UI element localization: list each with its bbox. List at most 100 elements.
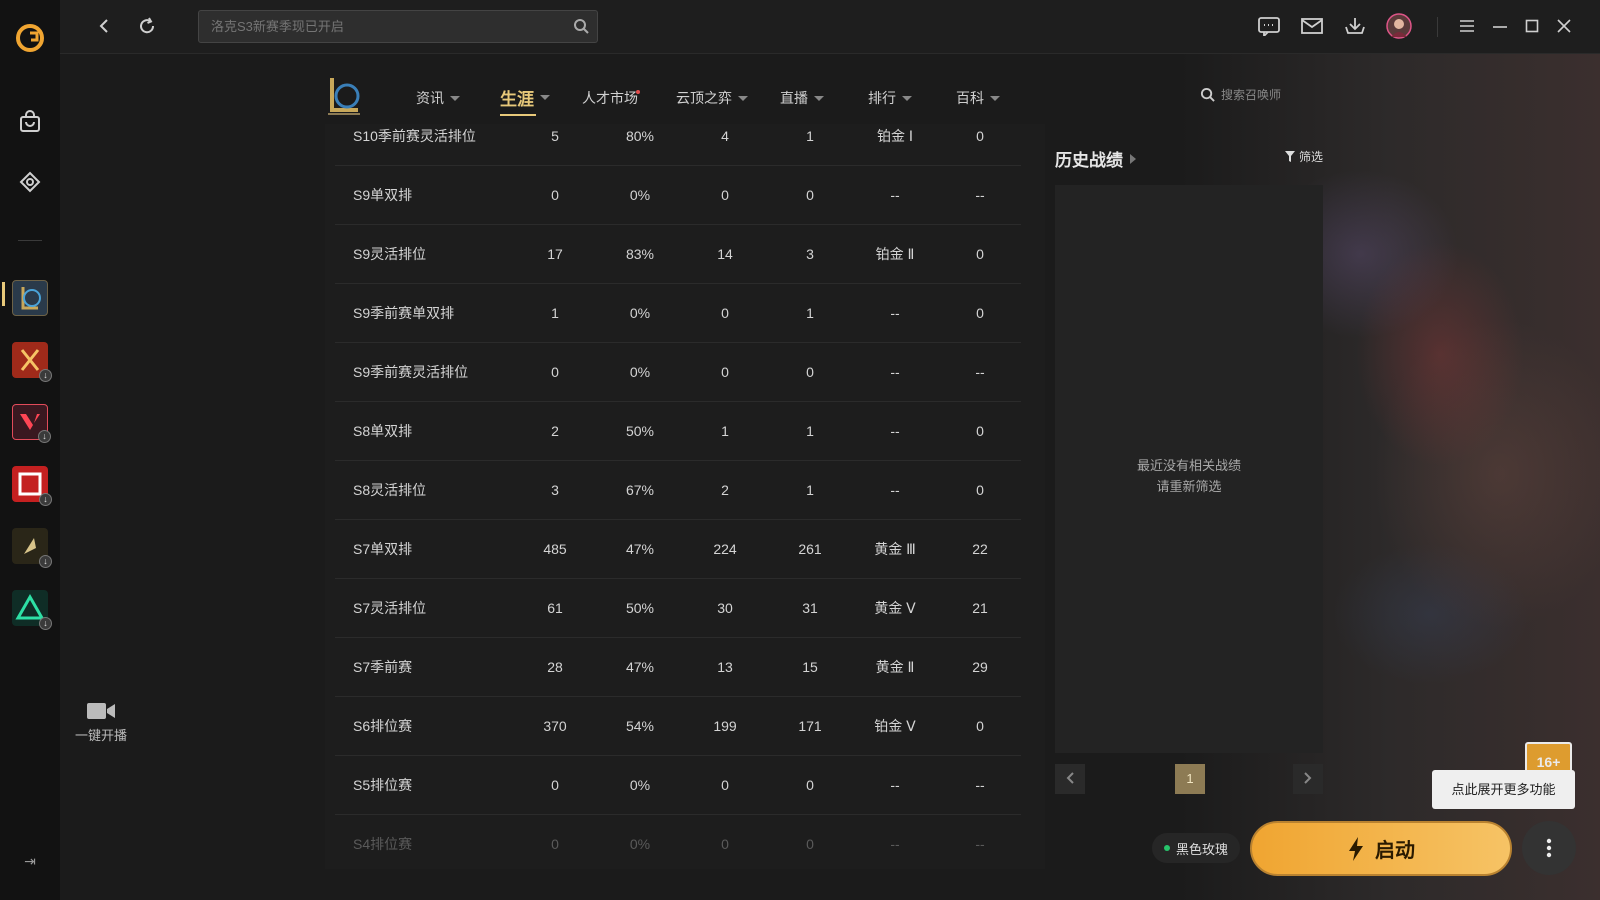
live-label: 一键开播 (74, 728, 127, 743)
online-status-dot (1163, 845, 1170, 851)
cell-wins: 0 (721, 186, 729, 203)
history-list: 最近没有相关战绩 请重新筛选 (1055, 185, 1323, 753)
one-click-live-button[interactable]: 一键开播 (66, 700, 136, 744)
cell-name: S7灵活排位 (353, 599, 427, 616)
cell-name: S8单双排 (353, 422, 413, 439)
history-title[interactable]: 历史战绩 (1055, 146, 1137, 171)
cell-losses: 1 (806, 304, 814, 321)
search-icon[interactable] (573, 18, 589, 37)
nav-talent-market[interactable]: 人才市场 (582, 88, 640, 108)
cell-points: 0 (976, 717, 984, 734)
global-search-box[interactable] (198, 10, 598, 43)
filter-button[interactable]: 筛选 (1284, 148, 1323, 165)
launch-button[interactable]: 启动 (1250, 821, 1512, 876)
lightning-icon (1349, 836, 1363, 861)
cell-losses: 1 (806, 481, 814, 498)
cell-wins: 199 (713, 717, 737, 734)
chevron-down-icon (990, 95, 1000, 101)
menu-icon[interactable] (1455, 14, 1479, 38)
game-tile-2[interactable]: ↓ (10, 340, 52, 382)
search-input[interactable] (199, 11, 549, 42)
season-stats-table: S10季前赛灵活排位 5 80% 4 1 铂金 Ⅰ 0 S9单双排 0 0% 0 0 -- -- S9灵活排… (325, 124, 1045, 869)
back-icon[interactable] (92, 14, 116, 38)
prev-page-button[interactable] (1055, 764, 1085, 794)
game-lol-tile[interactable] (10, 278, 50, 318)
lol-logo-icon[interactable] (324, 74, 364, 118)
close-icon[interactable] (1552, 14, 1576, 38)
next-page-button[interactable] (1293, 764, 1323, 794)
collapse-sidebar-icon[interactable]: ⇥ (20, 853, 40, 873)
cell-rank: -- (890, 363, 900, 380)
table-row: S9季前赛单双排 1 0% 0 1 -- 0 (335, 283, 1021, 343)
game-tile-5[interactable]: ↓ (10, 526, 52, 568)
cell-rank: -- (890, 776, 900, 793)
refresh-icon[interactable] (135, 14, 159, 38)
page-number[interactable]: 1 (1175, 764, 1205, 794)
table-row: S9单双排 0 0% 0 0 -- -- (335, 165, 1021, 225)
cell-games: 28 (547, 658, 563, 675)
cell-points: -- (975, 776, 985, 793)
user-avatar[interactable] (1385, 12, 1413, 40)
left-sidebar: ↓ ↓ ↓ ↓ ↓ ⇥ (0, 0, 60, 900)
more-options-button[interactable] (1522, 821, 1576, 875)
cell-name: S9季前赛单双排 (353, 304, 455, 321)
summoner-search[interactable]: 搜索召唤师 (1200, 86, 1281, 103)
match-history-panel: 历史战绩 筛选 最近没有相关战绩 请重新筛选 1 (1055, 138, 1323, 798)
cell-name: S10季前赛灵活排位 (353, 127, 476, 144)
nav-tft[interactable]: 云顶之弈 (676, 88, 748, 108)
minimize-icon[interactable] (1488, 14, 1512, 38)
game-tile-6[interactable]: ↓ (10, 588, 52, 630)
summoner-search-input[interactable]: 搜索召唤师 (1221, 86, 1281, 103)
cell-name: S5排位赛 (353, 776, 413, 793)
cell-wins: 30 (717, 599, 733, 616)
download-manager-icon[interactable] (1343, 14, 1367, 38)
cell-losses: 3 (806, 245, 814, 262)
game-valorant-tile[interactable]: ↓ (10, 402, 51, 443)
cell-wins: 1 (721, 422, 729, 439)
nav-live[interactable]: 直播 (780, 88, 824, 108)
cell-losses: 171 (798, 717, 822, 734)
table-row: S7季前赛 28 47% 13 15 黄金 Ⅱ 29 (335, 637, 1021, 697)
cell-losses: 261 (798, 540, 822, 557)
cell-winrate: 0% (629, 835, 651, 852)
filter-icon (1284, 151, 1295, 162)
table-row: S8单双排 2 50% 1 1 -- 0 (335, 401, 1021, 461)
game-tile-4[interactable]: ↓ (10, 464, 52, 506)
cell-winrate: 0% (629, 363, 651, 380)
active-indicator (2, 282, 5, 306)
notification-dot (636, 90, 640, 94)
more-vertical-icon (1546, 838, 1552, 858)
download-icon: ↓ (39, 369, 52, 382)
nav-news[interactable]: 资讯 (416, 88, 460, 108)
chevron-right-icon (1304, 772, 1312, 784)
cell-rank: -- (890, 186, 900, 203)
store-bag-icon[interactable] (10, 102, 50, 142)
chat-icon[interactable] (1257, 14, 1281, 38)
cell-rank: 黄金 Ⅴ (874, 599, 916, 616)
mail-icon[interactable] (1300, 14, 1324, 38)
cell-name: S4排位赛 (353, 835, 413, 852)
nav-ranking[interactable]: 排行 (868, 88, 912, 108)
cell-points: 0 (976, 481, 984, 498)
game-library-icon[interactable] (10, 162, 50, 202)
cell-rank: 铂金 Ⅱ (875, 245, 915, 262)
cell-winrate: 0% (629, 186, 651, 203)
table-row: S5排位赛 0 0% 0 0 -- -- (335, 755, 1021, 815)
valorant-icon: ↓ (12, 404, 51, 443)
maximize-icon[interactable] (1520, 14, 1544, 38)
cell-games: 1 (551, 304, 559, 321)
cell-points: 0 (976, 245, 984, 262)
nav-career[interactable]: 生涯 (500, 85, 550, 116)
game-nav-bar: 资讯 生涯 人才市场 云顶之弈 直播 排行 百科 搜索召唤师 (320, 72, 1320, 122)
server-selector[interactable]: 黑色玫瑰 (1152, 833, 1240, 863)
wegame-logo-icon[interactable] (10, 18, 50, 58)
game-dark-icon: ↓ (12, 528, 52, 568)
cell-winrate: 0% (629, 776, 651, 793)
cell-winrate: 47% (625, 658, 655, 675)
cell-losses: 31 (802, 599, 818, 616)
cell-rank: -- (890, 835, 900, 852)
download-icon: ↓ (39, 617, 52, 630)
nav-wiki[interactable]: 百科 (956, 88, 1000, 108)
table-row: S7灵活排位 61 50% 30 31 黄金 Ⅴ 21 (335, 578, 1021, 638)
table-row: S9季前赛灵活排位 0 0% 0 0 -- -- (335, 342, 1021, 402)
